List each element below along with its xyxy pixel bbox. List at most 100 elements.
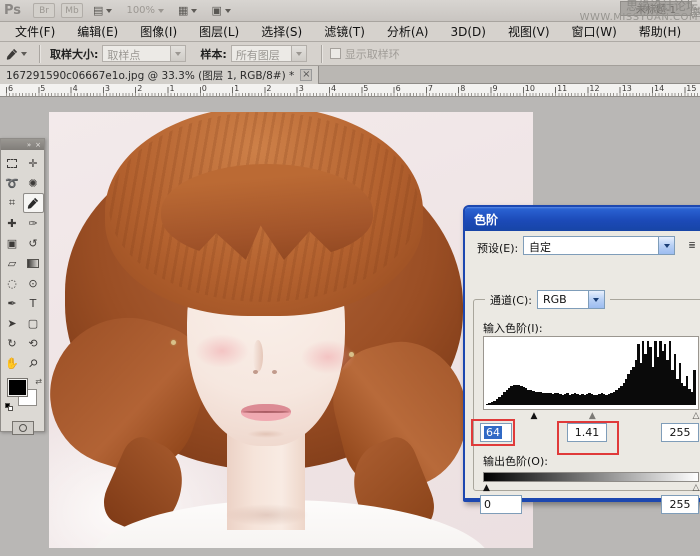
close-icon[interactable]: × [35,141,41,149]
preset-options-icon[interactable]: ≣ [684,238,700,253]
tool-preset-picker[interactable] [0,48,33,60]
ruler-label: 10 [524,84,535,93]
chin-shadow [247,430,285,438]
pen-icon: ✒ [7,296,17,310]
zoom-tool[interactable]: ⚲ [23,353,44,373]
gamma-slider[interactable]: ▲ [589,411,596,421]
brush-tool[interactable]: ✑ [23,213,44,233]
3d-orbit-tool[interactable]: ⟲ [23,333,44,353]
black-point-slider[interactable]: ▲ [531,411,538,421]
ruler-label: 5 [363,84,369,93]
3d-rotate-tool[interactable]: ↻ [2,333,23,353]
blur-icon: ◌ [7,276,17,290]
white-point-slider[interactable]: △ [693,411,700,421]
foreground-color-swatch[interactable] [7,378,28,397]
zoom-level-button[interactable]: 100% [122,3,168,19]
output-levels-label: 输出色阶(O): [483,455,548,468]
menu-item-0[interactable]: 文件(F) [4,22,66,41]
lasso-tool[interactable]: ➰ [2,173,23,193]
type-tool[interactable]: T [23,293,44,313]
quick-selection-icon: ✺ [28,176,38,190]
channel-dropdown[interactable]: RGB [536,290,605,309]
input-slider-track: ▲ ▲ △ [483,411,700,421]
close-icon[interactable]: × [300,69,313,81]
menu-item-7[interactable]: 3D(D) [439,22,496,41]
sample-dropdown[interactable]: 所有图层 [230,45,307,62]
dodge-tool[interactable]: ⊙ [23,273,44,293]
chevron-down-icon [224,8,231,13]
menu-item-4[interactable]: 选择(S) [250,22,313,41]
rectangular-marquee-tool[interactable] [2,153,23,173]
show-sampling-ring-checkbox[interactable] [329,48,341,59]
output-black-field[interactable]: 0 [480,495,522,514]
output-black-slider[interactable]: ▲ [483,483,490,493]
nose [253,340,263,372]
ruler-label: 4 [331,84,337,93]
quick-selection-tool[interactable]: ✺ [23,173,44,193]
screen-mode-button[interactable]: ▣ [207,3,234,19]
eraser-tool[interactable]: ▱ [2,253,23,273]
ruler-label: 3 [104,84,110,93]
history-brush-tool[interactable]: ↺ [23,233,44,253]
tools-panel-header: » × [1,139,44,150]
spot-healing-brush-tool[interactable]: ✚ [2,213,23,233]
swap-colors-icon[interactable]: ⇄ [35,377,42,386]
crop-tool[interactable]: ⌗ [2,193,23,213]
menu-item-2[interactable]: 图像(I) [129,22,188,41]
menu-item-9[interactable]: 窗口(W) [561,22,628,41]
channel-value: RGB [542,293,567,306]
menu-item-5[interactable]: 滤镜(T) [313,22,376,41]
quick-mask-button[interactable] [11,421,34,435]
menu-item-6[interactable]: 分析(A) [376,22,440,41]
collapse-panel-icon[interactable]: » [27,141,31,149]
clone-stamp-tool[interactable]: ▣ [2,233,23,253]
blush-left [195,334,249,368]
gradient-tool[interactable] [23,253,44,273]
path-selection-tool[interactable]: ➤ [2,313,23,333]
preset-dropdown[interactable]: 自定 [523,236,675,255]
earring-left [171,340,176,345]
document-tab[interactable]: 167291590c06667e1o.jpg @ 33.3% (图层 1, RG… [0,66,320,84]
ruler-label: 2 [137,84,143,93]
view-extras-button[interactable]: ▤ [89,3,116,19]
output-slider-track: ▲ △ [483,483,699,493]
eyedropper-tool[interactable] [22,193,44,213]
divider [39,44,40,63]
arrange-documents-button[interactable]: ▦ [174,3,201,19]
options-bar: 取样大小: 取样点 样本: 所有图层 显示取样环 [0,42,700,66]
ruler-label: 2 [266,84,272,93]
dialog-body: 预设(E): 自定 ≣ 通道(C): RGB 输入色阶(I): ▲ ▲ △ 64… [465,231,700,514]
eraser-icon: ▱ [7,256,17,270]
output-white-slider[interactable]: △ [693,483,700,493]
sample-size-dropdown[interactable]: 取样点 [102,45,187,62]
spot-healing-brush-icon: ✚ [7,216,17,230]
default-colors-icon[interactable] [5,403,14,411]
input-levels-label: 输入色阶(I): [483,322,543,335]
shape-tool[interactable]: ▢ [23,313,44,333]
menu-item-10[interactable]: 帮助(H) [628,22,692,41]
gradient-icon [27,258,39,268]
input-white-field[interactable]: 255 [661,423,699,442]
hand-tool[interactable]: ✋ [2,353,23,373]
clone-stamp-icon: ▣ [6,236,18,250]
mobile-button[interactable]: Mb [61,3,84,18]
3d-orbit-icon: ⟲ [28,336,38,350]
dialog-title-bar[interactable]: 色阶 [465,207,700,231]
chevron-down-icon [658,237,674,254]
canvas-workarea: » × ✛ ➰ ✺ ⌗ ✚ ✑ ▣ ↺ ▱ ◌ ⊙ ✒ T ➤ ▢ ↻ ⟲ ✋ ⚲ ⇄ 色阶 预设(E): 自定 ≣ [0,97,700,556]
tools-panel: » × ✛ ➰ ✺ ⌗ ✚ ✑ ▣ ↺ ▱ ◌ ⊙ ✒ T ➤ ▢ ↻ ⟲ ✋ ⚲ ⇄ [0,138,45,435]
ruler-label: 11 [557,84,568,93]
menu-item-8[interactable]: 视图(V) [497,22,561,41]
histogram-bar [693,369,696,405]
crop-icon: ⌗ [8,196,16,209]
blur-tool[interactable]: ◌ [2,273,23,293]
menu-item-1[interactable]: 编辑(E) [66,22,129,41]
eyedropper-icon [6,48,18,60]
output-white-field[interactable]: 255 [661,495,699,514]
levels-dialog: 色阶 预设(E): 自定 ≣ 通道(C): RGB 输入色阶(I): ▲ ▲ △… [463,205,700,514]
divider [320,44,322,63]
menu-item-3[interactable]: 图层(L) [188,22,250,41]
move-tool[interactable]: ✛ [23,153,44,173]
bridge-button[interactable]: Br [33,3,56,18]
pen-tool[interactable]: ✒ [2,293,23,313]
